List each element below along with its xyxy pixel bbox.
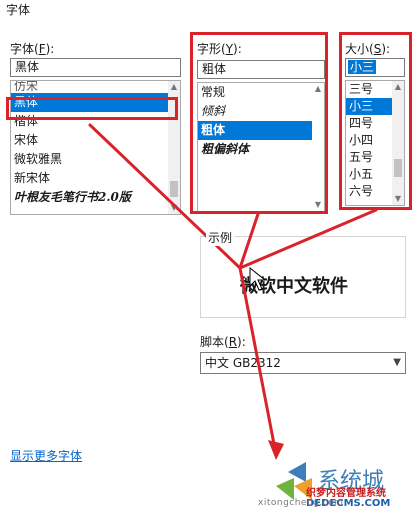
- watermark-tag: xitongcheng.com: [258, 498, 344, 508]
- list-item[interactable]: 微软雅黑: [11, 150, 180, 169]
- script-select-value: 中文 GB2312: [205, 356, 281, 370]
- list-item[interactable]: 叶根友毛笔行书2.0版: [11, 188, 180, 207]
- annotation-box-style: [190, 32, 328, 214]
- watermark-subtitle: 织梦内容管理系统: [306, 488, 386, 499]
- annotation-arrowhead-icon: [268, 440, 284, 460]
- font-input[interactable]: 黑体: [10, 58, 181, 77]
- title-bar: 字体: [0, 0, 418, 18]
- annotation-box-size: [339, 32, 412, 210]
- chevron-down-icon[interactable]: ▼: [393, 353, 401, 373]
- list-item[interactable]: 宋体: [11, 131, 180, 150]
- show-more-fonts-link[interactable]: 显示更多字体: [10, 447, 82, 464]
- scroll-up-icon[interactable]: ▲: [168, 81, 180, 93]
- preview-label: 示例: [206, 229, 235, 246]
- scroll-down-icon[interactable]: ▼: [168, 202, 180, 214]
- font-label: 字体(F):: [10, 42, 55, 56]
- scroll-thumb[interactable]: [170, 181, 178, 197]
- window-title: 字体: [6, 3, 31, 17]
- script-label: 脚本(R):: [200, 335, 246, 349]
- annotation-box-font: [6, 97, 178, 120]
- preview-text: 微软中文软件: [240, 276, 348, 297]
- list-item[interactable]: 仿宋: [11, 81, 180, 93]
- list-item[interactable]: 新宋体: [11, 169, 180, 188]
- script-select[interactable]: 中文 GB2312 ▼: [200, 352, 406, 374]
